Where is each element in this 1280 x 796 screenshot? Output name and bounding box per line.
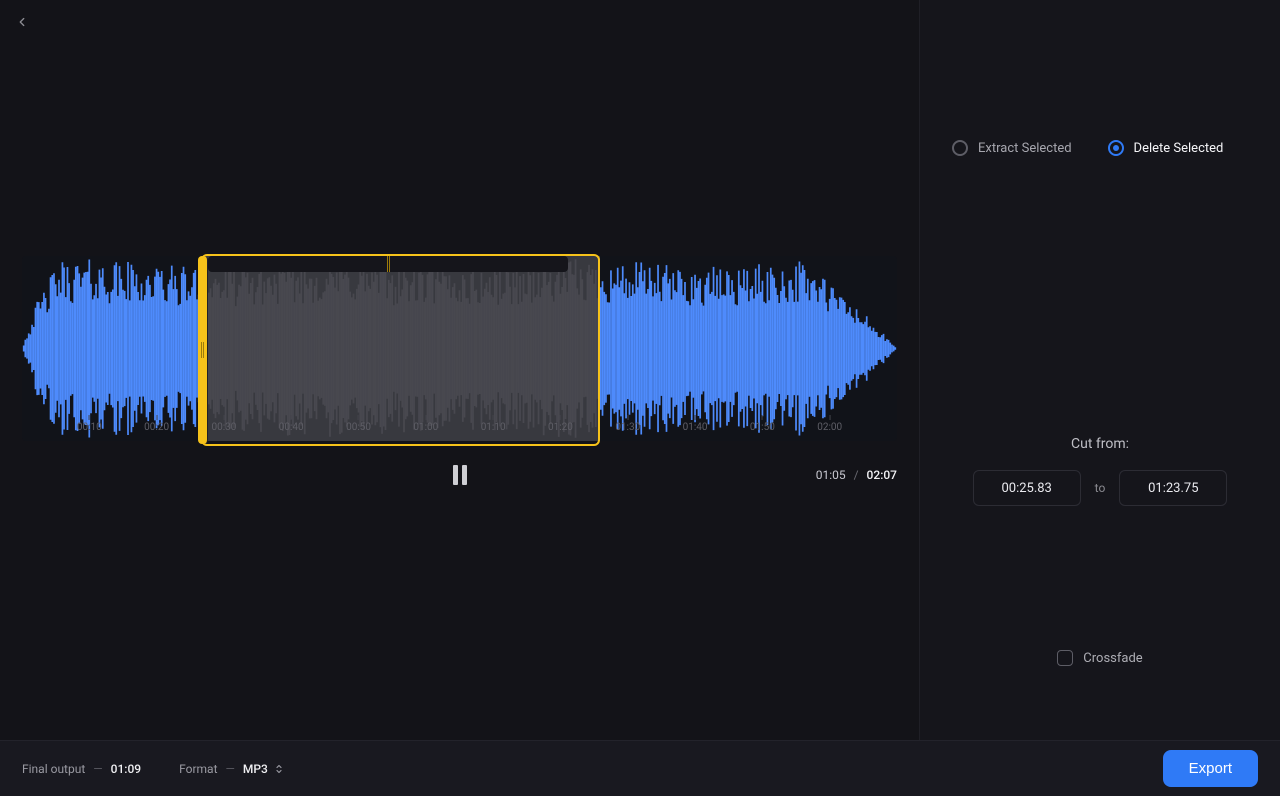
pause-icon [462,465,467,485]
radio-icon [1108,140,1124,156]
side-panel: Extract Selected Delete Selected Cut fro… [920,0,1280,740]
pause-button[interactable] [446,461,474,489]
radio-delete-label: Delete Selected [1134,141,1224,156]
time-separator: / [854,468,859,482]
format-select[interactable]: MP3 [243,762,284,776]
export-button[interactable]: Export [1163,750,1258,787]
radio-extract-label: Extract Selected [978,141,1072,156]
selection-handle-left[interactable] [198,256,208,444]
waveform-track: 00:1000:2000:3000:4000:5001:0001:1001:20… [22,256,897,441]
cut-to-word: to [1095,481,1106,495]
time-display: 01:05 / 02:07 [816,468,897,482]
cut-end-input[interactable]: 01:23.75 [1119,470,1227,506]
dash-separator: — [226,762,235,776]
time-total: 02:07 [867,468,897,482]
format-value: MP3 [243,762,268,776]
crossfade-option[interactable]: Crossfade [920,650,1280,740]
format-group: Format — MP3 [179,762,284,776]
cut-range-block: Cut from: 00:25.83 to 01:23.75 [920,436,1280,506]
crossfade-label: Crossfade [1083,651,1142,666]
editor-pane: 00:1000:2000:3000:4000:5001:0001:1001:20… [0,0,920,740]
playback-controls: 01:05 / 02:07 [22,455,897,495]
cut-start-input[interactable]: 00:25.83 [973,470,1081,506]
checkbox-icon[interactable] [1057,650,1073,666]
back-button[interactable] [10,10,34,34]
radio-extract-selected[interactable]: Extract Selected [952,140,1072,156]
selection-handle-right[interactable] [208,256,568,272]
radio-icon [952,140,968,156]
updown-icon [274,764,284,774]
time-current: 01:05 [816,468,846,482]
pause-icon [453,465,458,485]
format-label: Format [179,762,217,776]
waveform-area[interactable]: 00:1000:2000:3000:4000:5001:0001:1001:20… [22,256,897,441]
final-output-group: Final output — 01:09 [22,762,141,776]
dash-separator: — [93,762,102,776]
final-output-label: Final output [22,762,85,776]
waveform-svg [22,256,897,441]
mode-group: Extract Selected Delete Selected [920,0,1280,156]
cut-from-label: Cut from: [920,436,1280,452]
radio-delete-selected[interactable]: Delete Selected [1108,140,1224,156]
final-output-value: 01:09 [111,762,141,776]
footer-bar: Final output — 01:09 Format — MP3 Export [0,740,1280,796]
chevron-left-icon [15,15,29,29]
